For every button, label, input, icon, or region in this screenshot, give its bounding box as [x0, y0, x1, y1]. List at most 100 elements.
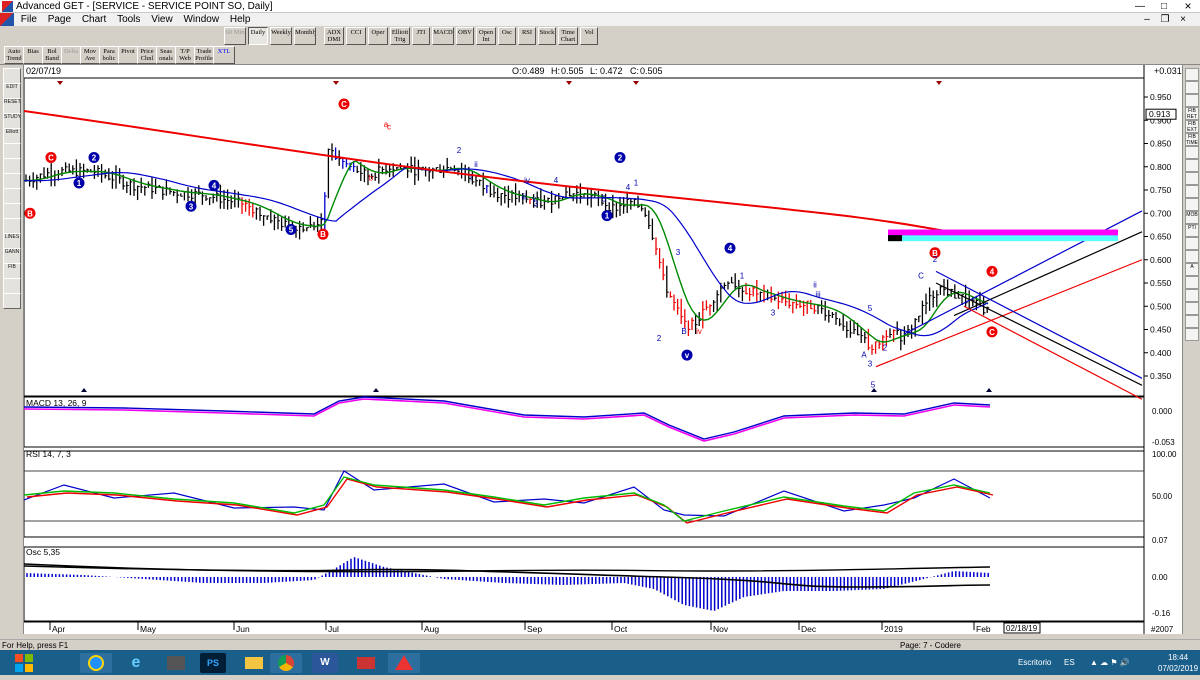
tf-btn-elliott-trig[interactable]: Elliott Trig [390, 27, 410, 45]
right-tool-item-19[interactable] [1185, 315, 1199, 328]
study-btn-mov-ave[interactable]: Mov Ave [80, 46, 100, 64]
study-btn-xtl[interactable]: XTL [213, 46, 235, 64]
taskbar-chrome-icon[interactable] [270, 653, 302, 673]
left-tool-item-15[interactable] [3, 293, 21, 309]
doc-close-button[interactable]: × [1176, 13, 1190, 26]
menu-chart[interactable]: Chart [78, 13, 110, 26]
study-btn-trade-profile[interactable]: Trade Profile [194, 46, 214, 64]
tf-btn-weekly[interactable]: Weekly [270, 27, 292, 45]
left-tool-item-9[interactable] [3, 203, 21, 219]
left-tool-gann[interactable]: GANN [3, 248, 21, 264]
tf-btn-open-int[interactable]: Open Int [476, 27, 496, 45]
study-btn-auto-trend[interactable]: Auto Trend [4, 46, 24, 64]
language-indicator[interactable]: ES [1064, 650, 1075, 675]
left-tool-fib[interactable]: FIB [3, 263, 21, 279]
right-tool-item-14[interactable] [1185, 250, 1199, 263]
left-tool-item-8[interactable] [3, 188, 21, 204]
right-tool-item-10[interactable] [1185, 198, 1199, 211]
right-tool-fib-time[interactable]: FIB TIME [1185, 133, 1199, 146]
minimize-button[interactable]: — [1128, 0, 1152, 13]
left-tool-lines[interactable]: LINES [3, 233, 21, 249]
doc-icon[interactable] [0, 13, 14, 26]
desktop-label[interactable]: Escritorio [1018, 650, 1051, 675]
tf-btn-60-min[interactable]: 60 Min [224, 27, 246, 45]
wave-label: iii [815, 290, 821, 299]
right-tool-item-6[interactable] [1185, 146, 1199, 159]
left-tool-item-5[interactable] [3, 143, 21, 159]
right-tool-item-13[interactable] [1185, 237, 1199, 250]
right-tool-fib-ret[interactable]: FIB RET [1185, 107, 1199, 120]
left-tool-item-14[interactable] [3, 278, 21, 294]
taskbar-app2-icon[interactable] [350, 653, 382, 673]
tf-btn-rsi[interactable]: RSI [518, 27, 536, 45]
right-tool-item-7[interactable] [1185, 159, 1199, 172]
clock[interactable]: 18:44 07/02/2019 [1158, 652, 1198, 674]
tf-btn-macd[interactable]: MACD [432, 27, 454, 45]
menu-page[interactable]: Page [44, 13, 75, 26]
tf-btn-time-chart[interactable]: Time Chart [558, 27, 578, 45]
left-tool-edit[interactable]: EDIT [3, 83, 21, 99]
right-tool-item-20[interactable] [1185, 328, 1199, 341]
menu-view[interactable]: View [147, 13, 177, 26]
left-tool-study[interactable]: STUDY [3, 113, 21, 129]
left-tool-item-7[interactable] [3, 173, 21, 189]
left-tool-elliott[interactable]: Elliott [3, 128, 21, 144]
right-tool-mob[interactable]: MOB [1185, 211, 1199, 224]
right-tool-item-17[interactable] [1185, 289, 1199, 302]
close-button[interactable]: × [1176, 0, 1200, 13]
taskbar-explorer-icon[interactable] [238, 653, 270, 673]
left-tool-item-6[interactable] [3, 158, 21, 174]
tf-btn-osc[interactable]: Osc [498, 27, 516, 45]
wave-label: 4 [212, 181, 217, 190]
tf-btn-obv[interactable]: OBV [456, 27, 474, 45]
taskbar-word-icon[interactable]: W [312, 653, 338, 673]
right-tool-item-9[interactable] [1185, 185, 1199, 198]
study-btn-seas-onals[interactable]: Seas onals [156, 46, 176, 64]
tf-btn-monthly[interactable]: Monthly [294, 27, 316, 45]
menu-help[interactable]: Help [226, 13, 255, 26]
tray-icons[interactable]: ▲ ☁ ⚑ 🔊 [1090, 650, 1130, 675]
right-tool-item-2[interactable] [1185, 94, 1199, 107]
study-btn-delta[interactable]: Delta [61, 46, 81, 64]
right-tool-fib-ext[interactable]: FIB EXT [1185, 120, 1199, 133]
taskbar-ps-icon[interactable]: PS [200, 653, 226, 673]
right-tool-item-18[interactable] [1185, 302, 1199, 315]
left-tool-item-10[interactable] [3, 218, 21, 234]
right-tool-item-0[interactable] [1185, 68, 1199, 81]
tf-btn-oper[interactable]: Oper [368, 27, 388, 45]
price-tick-label: 0.600 [1150, 255, 1172, 265]
tf-btn-jti[interactable]: JTI [412, 27, 430, 45]
study-btn-pivot[interactable]: Pivot [118, 46, 138, 64]
menu-window[interactable]: Window [179, 13, 223, 26]
chart-svg[interactable]: 02/07/19 O: 0.489 H: 0.505 L: 0.472 C: 0.505 +0.0… [24, 65, 1182, 634]
tf-btn-cci[interactable]: CCI [346, 27, 366, 45]
right-tool-a[interactable]: A [1185, 263, 1199, 276]
study-btn-bol-band[interactable]: Bol Band [42, 46, 62, 64]
right-tool-item-1[interactable] [1185, 81, 1199, 94]
menu-file[interactable]: File [17, 13, 41, 26]
taskbar-ie2-icon[interactable]: e [120, 653, 152, 673]
taskbar-get-icon[interactable] [388, 653, 420, 673]
right-tool-item-16[interactable] [1185, 276, 1199, 289]
left-tool-item-0[interactable] [3, 68, 21, 84]
left-tool-reset[interactable]: RESET [3, 98, 21, 114]
tf-btn-vol[interactable]: Vol [580, 27, 598, 45]
study-btn-t-p-web[interactable]: T/P Web [175, 46, 195, 64]
chart-area[interactable]: 02/07/19 O: 0.489 H: 0.505 L: 0.472 C: 0.505 +0.0… [24, 65, 1182, 634]
doc-minimize-button[interactable]: – [1140, 13, 1154, 26]
taskbar-ie-icon[interactable] [80, 653, 112, 673]
tf-btn-adx-dmi[interactable]: ADX DMI [324, 27, 344, 45]
wave-label: 2 [457, 146, 462, 155]
doc-restore-button[interactable]: ❐ [1158, 13, 1172, 26]
start-button[interactable] [4, 653, 44, 673]
tf-btn-stock[interactable]: Stock [538, 27, 556, 45]
right-tool-item-8[interactable] [1185, 172, 1199, 185]
right-tool-pti[interactable]: PTI [1185, 224, 1199, 237]
taskbar-app-icon[interactable] [160, 653, 192, 673]
maximize-button[interactable]: □ [1152, 0, 1176, 13]
menu-tools[interactable]: Tools [113, 13, 144, 26]
study-btn-para-bolic[interactable]: Para bolic [99, 46, 119, 64]
study-btn-price-chnl[interactable]: Price Chnl [137, 46, 157, 64]
study-btn-bias[interactable]: Bias [23, 46, 43, 64]
tf-btn-daily[interactable]: Daily [248, 27, 268, 45]
